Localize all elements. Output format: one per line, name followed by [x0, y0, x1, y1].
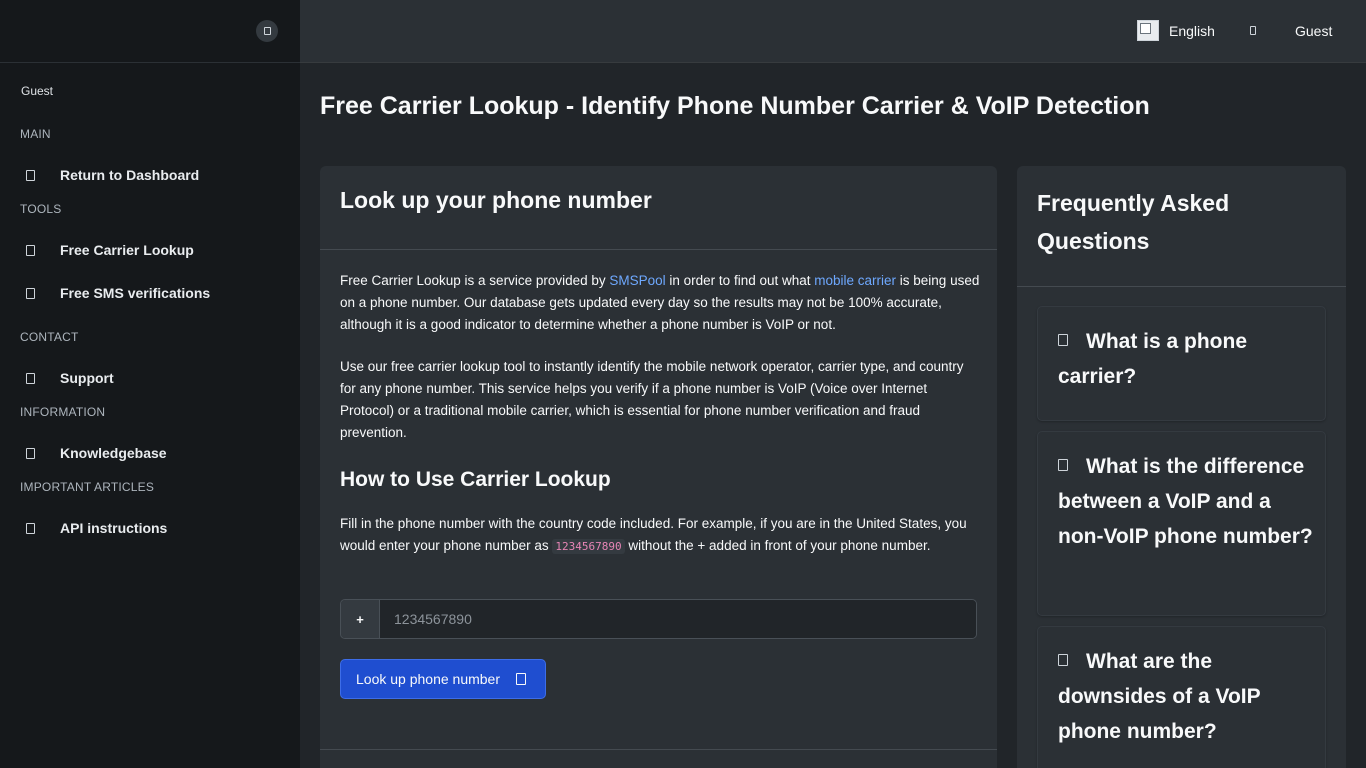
faq-question-text: What are the downsides of a VoIP phone n… — [1058, 650, 1261, 743]
faq-card: Frequently Asked Questions What is a pho… — [1017, 166, 1346, 768]
tool-description-paragraph: Use our free carrier lookup tool to inst… — [340, 359, 964, 440]
language-flag-icon[interactable] — [1137, 20, 1159, 41]
search-icon — [516, 673, 526, 685]
faq-question: What is the difference between a VoIP an… — [1058, 449, 1318, 554]
support-icon — [26, 372, 35, 384]
lookup-card: Look up your phone number Free Carrier L… — [320, 166, 997, 768]
divider — [320, 749, 997, 750]
faq-item[interactable]: What are the downsides of a VoIP phone n… — [1037, 626, 1326, 768]
sidebar-item-label: API instructions — [60, 520, 168, 536]
sidebar-item-knowledgebase[interactable]: Knowledgebase — [0, 436, 300, 470]
phone-input-group: + — [340, 599, 977, 639]
section-tools: TOOLS — [20, 202, 62, 216]
howto-text: without the + added in front of your pho… — [624, 538, 931, 553]
section-information: INFORMATION — [20, 405, 106, 419]
language-selector[interactable]: English — [1169, 23, 1215, 39]
faq-card-header: Frequently Asked Questions — [1017, 166, 1346, 287]
sidebar-header — [0, 0, 300, 63]
sidebar-item-label: Free Carrier Lookup — [60, 242, 194, 258]
lookup-button-label: Look up phone number — [356, 671, 500, 687]
topbar: English Guest — [300, 0, 1366, 63]
question-icon — [1058, 459, 1068, 472]
phone-number-input[interactable] — [380, 600, 976, 638]
intro-text: Free Carrier Lookup is a service provide… — [340, 273, 610, 288]
section-important-articles: IMPORTANT ARTICLES — [20, 480, 155, 494]
knowledgebase-icon — [26, 447, 35, 459]
api-icon — [26, 522, 35, 534]
smspool-link[interactable]: SMSPool — [609, 273, 665, 288]
section-contact: CONTACT — [20, 330, 79, 344]
lookup-card-title: Look up your phone number — [340, 187, 652, 213]
sidebar-item-label: Free SMS verifications — [60, 285, 211, 301]
faq-item[interactable]: What is a phone carrier? — [1037, 306, 1326, 421]
intro-text: in order to find out what — [665, 273, 815, 288]
sms-icon — [26, 287, 35, 299]
dashboard-icon — [26, 169, 35, 181]
sidebar-user-name: Guest — [21, 84, 54, 98]
howto-title: How to Use Carrier Lookup — [340, 468, 611, 491]
faq-card-title: Frequently Asked Questions — [1037, 190, 1230, 254]
sidebar-item-carrier-lookup[interactable]: Free Carrier Lookup — [0, 233, 300, 267]
lookup-button[interactable]: Look up phone number — [340, 659, 546, 699]
sidebar-item-label: Knowledgebase — [60, 445, 167, 461]
question-icon — [1058, 334, 1068, 347]
sidebar-item-label: Return to Dashboard — [60, 167, 200, 183]
page-title: Free Carrier Lookup - Identify Phone Num… — [320, 92, 1150, 120]
user-menu[interactable]: Guest — [1295, 23, 1332, 39]
sidebar-item-support[interactable]: Support — [0, 361, 300, 395]
notification-icon[interactable] — [1250, 26, 1256, 35]
carrier-icon — [26, 244, 35, 256]
sidebar-toggle-button[interactable] — [256, 20, 278, 42]
plus-prefix: + — [341, 600, 380, 638]
sidebar: Guest MAIN Return to Dashboard TOOLS Fre… — [0, 0, 300, 768]
faq-question: What are the downsides of a VoIP phone n… — [1058, 644, 1318, 749]
intro-paragraph: Free Carrier Lookup is a service provide… — [340, 270, 980, 336]
faq-question: What is a phone carrier? — [1058, 324, 1318, 394]
example-number-code: 1234567890 — [552, 539, 625, 554]
sidebar-item-label: Support — [60, 370, 114, 386]
toggle-icon — [263, 27, 271, 35]
sidebar-item-api-instructions[interactable]: API instructions — [0, 511, 300, 545]
howto-paragraph: Fill in the phone number with the countr… — [340, 513, 980, 558]
sidebar-item-dashboard[interactable]: Return to Dashboard — [0, 158, 300, 192]
question-icon — [1058, 654, 1068, 667]
lookup-card-header: Look up your phone number — [320, 166, 997, 250]
faq-item[interactable]: What is the difference between a VoIP an… — [1037, 431, 1326, 616]
faq-question-text: What is the difference between a VoIP an… — [1058, 455, 1313, 548]
section-main: MAIN — [20, 127, 51, 141]
faq-question-text: What is a phone carrier? — [1058, 330, 1248, 388]
sidebar-item-sms-verifications[interactable]: Free SMS verifications — [0, 276, 300, 310]
mobile-carrier-link[interactable]: mobile carrier — [814, 273, 896, 288]
